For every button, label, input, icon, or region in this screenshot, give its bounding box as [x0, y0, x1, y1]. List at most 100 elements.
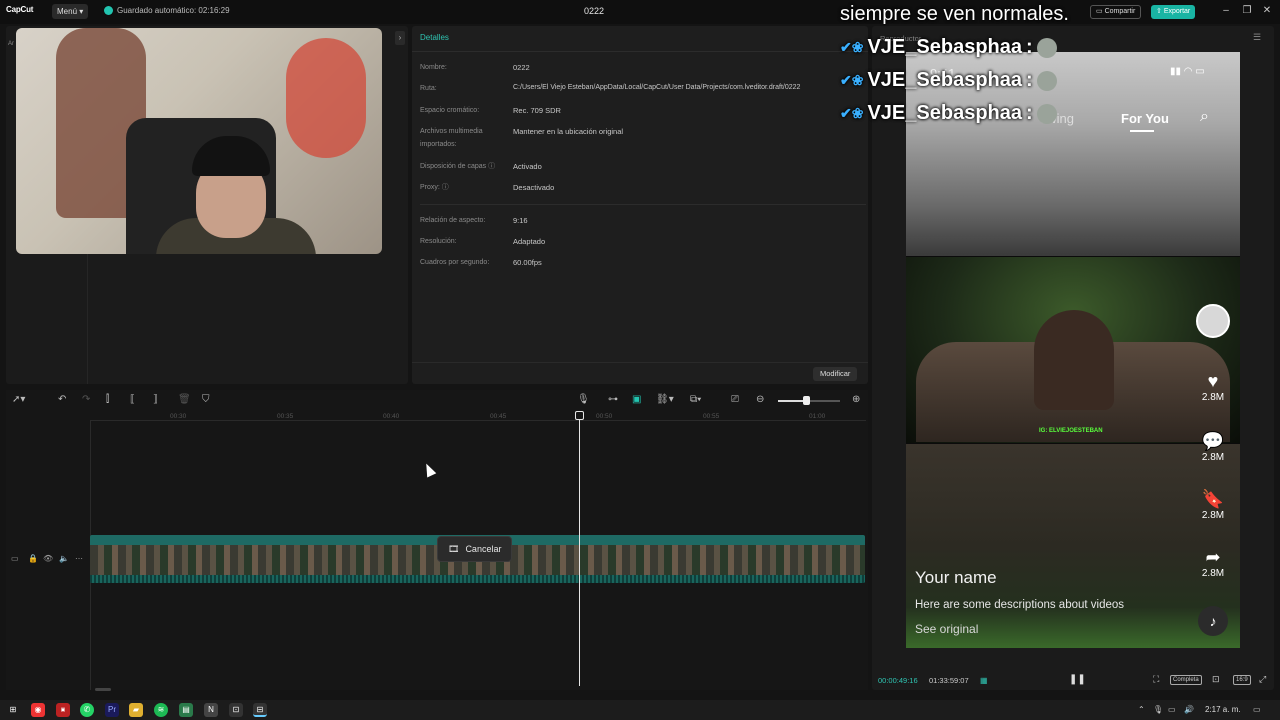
menu-button[interactable]: Menú ▾	[52, 4, 89, 19]
chat-message: siempre se ven normales.	[840, 3, 1069, 25]
app-logo: CapCut	[6, 5, 34, 14]
detail-value: Activado	[513, 162, 542, 171]
network-icon[interactable]: ▭	[1168, 705, 1176, 714]
search-icon: ⌕	[1200, 108, 1209, 125]
autosave-label: Guardado automático: 02:16:29	[117, 6, 230, 15]
emote-icon	[1036, 37, 1057, 58]
chat-entry: ✔❀ VJE_Sebasphaa:	[840, 102, 1057, 125]
magnet-icon[interactable]: ▣	[632, 394, 641, 405]
detail-value: Desactivado	[513, 183, 555, 192]
more-icon[interactable]: ⋯	[75, 554, 83, 563]
spotify-icon[interactable]: ≋	[154, 703, 168, 717]
ruler-label: 00:55	[703, 413, 720, 420]
detail-value: Mantener en la ubicación original	[513, 127, 624, 136]
playhead-handle[interactable]	[575, 411, 584, 420]
divider	[412, 51, 868, 52]
collapse-icon[interactable]: ›	[395, 31, 405, 45]
trim-right-icon[interactable]: ⟧	[153, 394, 158, 405]
detail-label: Espacio cromático:	[420, 107, 480, 114]
media-tab-label[interactable]: Ar	[8, 41, 14, 47]
timeline-scrollbar[interactable]	[95, 688, 111, 691]
volume-icon[interactable]: 🔊	[1184, 705, 1194, 714]
comment-count: 2.8M	[1201, 452, 1225, 463]
player-menu-icon[interactable]: ☰	[1253, 32, 1261, 43]
windows-start-icon[interactable]: ⊞	[6, 703, 20, 717]
ruler-label: 00:35	[277, 413, 294, 420]
heart-icon: ♥	[1207, 371, 1219, 391]
whatsapp-icon[interactable]: ✆	[80, 703, 94, 717]
comment-icon: 💬	[1201, 431, 1225, 451]
menu-label: Menú	[57, 7, 78, 16]
capcut-icon[interactable]: ▤	[179, 703, 193, 717]
divider	[412, 362, 868, 363]
clock: 2:17 a. m.	[1205, 705, 1241, 714]
ratio-badge[interactable]: 16:9	[1233, 675, 1251, 685]
preview-axis-icon[interactable]: ⧉▾	[690, 394, 701, 405]
track-cover-icon[interactable]: ▭	[11, 554, 19, 563]
microphone-icon[interactable]: 🎙	[1153, 705, 1163, 714]
app-icon[interactable]: ⊟	[253, 703, 267, 717]
link-icon[interactable]: ⊶	[608, 394, 618, 405]
info-icon[interactable]: ⓘ	[488, 163, 495, 170]
lock-icon[interactable]: 🔒	[28, 554, 38, 563]
focus-icon[interactable]: ⊡	[1212, 674, 1220, 685]
notification-icon[interactable]: ▭	[1253, 705, 1261, 714]
zoom-in-icon[interactable]: ⊕	[852, 394, 860, 405]
app-icon[interactable]: ▣	[56, 703, 70, 717]
blurred-background	[906, 444, 1240, 648]
ruler-label: 01:00	[809, 413, 826, 420]
close-icon[interactable]: ✕	[1259, 4, 1275, 18]
chevron-up-icon[interactable]: ⌃	[1138, 705, 1145, 714]
microphone-icon[interactable]: 🎙	[577, 394, 590, 405]
bookmark-count: 2.8M	[1201, 510, 1225, 521]
chain-icon[interactable]: ⛓▾	[656, 394, 674, 405]
shield-icon[interactable]: ⛉	[202, 394, 210, 405]
select-tool-icon[interactable]: ➚▾	[12, 394, 25, 405]
cancel-button[interactable]: 🎞 Cancelar	[437, 536, 513, 562]
minimize-icon[interactable]: –	[1218, 4, 1234, 18]
undo-icon[interactable]: ↶	[58, 394, 66, 405]
info-icon[interactable]: ⓘ	[442, 184, 449, 191]
chrome-icon[interactable]: ◉	[31, 703, 45, 717]
see-original-link: See original	[915, 622, 979, 636]
autosave-status: Guardado automático: 02:16:29	[104, 6, 230, 15]
zoom-out-icon[interactable]: ⊖	[756, 394, 764, 405]
ruler	[90, 420, 866, 421]
modify-button[interactable]: Modificar	[813, 367, 858, 381]
film-icon: 🎞	[448, 543, 460, 554]
zoom-slider-handle[interactable]	[803, 396, 810, 405]
export-label: Exportar	[1163, 8, 1191, 15]
details-panel	[412, 26, 868, 384]
folder-icon[interactable]: ▰	[129, 703, 143, 717]
ruler-label: 00:50	[596, 413, 613, 420]
premiere-icon[interactable]: Pr	[105, 703, 119, 717]
app-icon[interactable]: ⊡	[229, 703, 243, 717]
fullscreen-icon[interactable]: ⤢	[1259, 674, 1266, 685]
playhead[interactable]	[579, 412, 580, 686]
pause-icon[interactable]: ❚❚	[1069, 674, 1086, 685]
restore-icon[interactable]: ❐	[1239, 4, 1255, 18]
detail-value: Rec. 709 SDR	[513, 106, 561, 115]
trim-left-icon[interactable]: ⟦	[130, 394, 135, 405]
eye-icon[interactable]: 👁	[43, 554, 53, 563]
crop-icon[interactable]: ⛶	[1153, 674, 1159, 685]
video-preview[interactable]: 9:41 ▮▮ ◠ ▭ owing For You ⌕ IG: ELVIEJOE…	[906, 52, 1240, 648]
like-button: ♥ 2.8M	[1194, 370, 1232, 403]
grid-icon[interactable]: ▦	[980, 676, 988, 685]
panel-divider	[87, 254, 88, 384]
split-icon[interactable]: ⫿	[106, 394, 109, 405]
share-button[interactable]: ▭ Compartir	[1090, 5, 1142, 19]
webcam-overlay	[16, 28, 382, 254]
detail-label: Relación de aspecto:	[420, 217, 486, 224]
detail-value: 0222	[513, 63, 530, 72]
detail-value: 9:16	[513, 216, 528, 225]
tab-underline	[1130, 130, 1154, 132]
notion-icon[interactable]: N	[204, 703, 218, 717]
detail-value: 60.00fps	[513, 258, 542, 267]
volume-icon[interactable]: 🔈	[59, 554, 69, 563]
caption-icon[interactable]: ⎚	[731, 394, 739, 405]
delete-icon[interactable]: 🗑	[178, 394, 191, 405]
export-button[interactable]: ⇧ Exportar	[1151, 5, 1196, 19]
redo-icon[interactable]: ↷	[82, 394, 90, 405]
quality-badge[interactable]: Completa	[1170, 675, 1202, 685]
